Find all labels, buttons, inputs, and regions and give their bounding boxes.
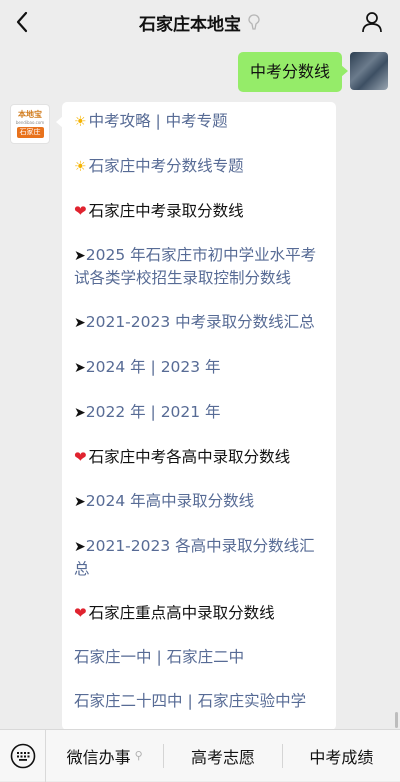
arrow-icon: ➤: [74, 248, 86, 264]
title-group: 石家庄本地宝: [139, 10, 261, 35]
message-link[interactable]: 2025 年石家庄市初中学业水平考试各类学校招生录取控制分数线: [74, 246, 316, 287]
message-line: ➤2024 年 | 2023 年: [74, 356, 324, 379]
menu-item-label: 中考成绩: [309, 747, 374, 767]
user-message-bubble[interactable]: 中考分数线: [237, 52, 349, 92]
message-line: ☀ 石家庄中考分数线专题: [74, 155, 324, 178]
user-message-row: 中考分数线: [237, 52, 388, 92]
page-title: 石家庄本地宝: [139, 14, 241, 35]
menu-item-wechat-services[interactable]: 微信办事 ⚲: [46, 730, 163, 782]
heart-icon: ❤: [74, 202, 87, 220]
menu-item-label: 高考志愿: [190, 747, 255, 767]
chat-header: 石家庄本地宝: [0, 0, 400, 44]
message-link[interactable]: 石家庄中考分数线专题: [89, 157, 244, 175]
heart-icon: ❤: [74, 604, 87, 622]
keyboard-button[interactable]: [0, 729, 46, 782]
person-icon: [362, 12, 382, 33]
bot-message-bubble: ☀ 中考攻略 | 中考专题 ☀ 石家庄中考分数线专题 ❤ 石家庄中考录取分数线 ➤2025 …: [56, 102, 336, 729]
chat-area[interactable]: 中考分数线 本地宝 bendibao.com 石家庄 ☀ 中考攻略 | 中考专题 ☀…: [0, 44, 400, 729]
message-line: ➤2021-2023 各高中录取分数线汇总: [74, 535, 324, 580]
mini-program-icon: ⚲: [134, 749, 143, 762]
message-line: 石家庄二十四中 | 石家庄实验中学: [74, 690, 324, 712]
message-line: ➤2024 年高中录取分数线: [74, 490, 324, 513]
bot-logo-city: 石家庄: [16, 127, 44, 138]
message-link[interactable]: 2022 年: [86, 403, 146, 421]
message-link[interactable]: 2021-2023 各高中录取分数线汇总: [74, 537, 315, 578]
message-link[interactable]: 中考专题: [166, 112, 228, 130]
profile-button[interactable]: [356, 6, 388, 38]
heart-icon: ❤: [74, 448, 87, 466]
menu-item-gaokao[interactable]: 高考志愿: [164, 730, 281, 782]
message-link[interactable]: 中考攻略: [89, 112, 151, 130]
sun-icon: ☀: [74, 114, 87, 130]
arrow-icon: ➤: [74, 539, 86, 555]
link-separator: |: [182, 692, 198, 710]
link-separator: |: [145, 358, 161, 376]
message-link[interactable]: 石家庄一中: [74, 648, 152, 666]
message-line: 石家庄一中 | 石家庄二中: [74, 646, 324, 668]
bot-logo-subtext: bendibao.com: [15, 120, 45, 125]
message-link[interactable]: 2024 年: [86, 358, 146, 376]
section-heading: 石家庄重点高中录取分数线: [88, 604, 275, 622]
link-separator: |: [151, 648, 167, 666]
message-line: ❤ 石家庄中考录取分数线: [74, 200, 324, 222]
sun-icon: ☀: [74, 159, 87, 175]
menu-item-zhongkao-scores[interactable]: 中考成绩: [283, 730, 400, 782]
bot-avatar[interactable]: 本地宝 bendibao.com 石家庄: [10, 104, 50, 144]
message-line: ❤ 石家庄中考各高中录取分数线: [74, 446, 324, 468]
message-link[interactable]: 2021 年: [161, 403, 221, 421]
menu-item-label: 微信办事: [66, 747, 131, 767]
arrow-icon: ➤: [74, 315, 86, 331]
user-avatar[interactable]: [350, 52, 388, 90]
back-button[interactable]: [6, 6, 38, 38]
scrollbar-thumb[interactable]: [395, 712, 398, 728]
message-link[interactable]: 2023 年: [161, 358, 221, 376]
message-link[interactable]: 石家庄二中: [167, 648, 245, 666]
message-line: ☀ 中考攻略 | 中考专题: [74, 110, 324, 133]
arrow-icon: ➤: [74, 360, 86, 376]
chevron-left-icon: [16, 11, 28, 33]
link-separator: |: [145, 403, 161, 421]
bottom-menu-bar: 微信办事 ⚲ 高考志愿 中考成绩: [0, 729, 400, 782]
bot-logo-text: 本地宝: [18, 110, 42, 119]
message-link[interactable]: 2024 年高中录取分数线: [86, 492, 254, 510]
message-line: ➤2022 年 | 2021 年: [74, 401, 324, 424]
message-link[interactable]: 2021-2023 中考录取分数线汇总: [86, 313, 315, 331]
section-heading: 石家庄中考各高中录取分数线: [88, 448, 291, 466]
arrow-icon: ➤: [74, 405, 86, 421]
message-line: ❤ 石家庄重点高中录取分数线: [74, 602, 324, 624]
message-line: ➤2021-2023 中考录取分数线汇总: [74, 311, 324, 334]
message-link[interactable]: 石家庄实验中学: [198, 692, 307, 710]
arrow-icon: ➤: [74, 494, 86, 510]
message-link[interactable]: 石家庄二十四中: [74, 692, 183, 710]
link-separator: |: [150, 112, 166, 130]
keyboard-icon: [10, 743, 35, 768]
message-line: ➤2025 年石家庄市初中学业水平考试各类学校招生录取控制分数线: [74, 244, 324, 289]
section-heading: 石家庄中考录取分数线: [88, 202, 244, 220]
official-account-icon: [248, 14, 260, 30]
